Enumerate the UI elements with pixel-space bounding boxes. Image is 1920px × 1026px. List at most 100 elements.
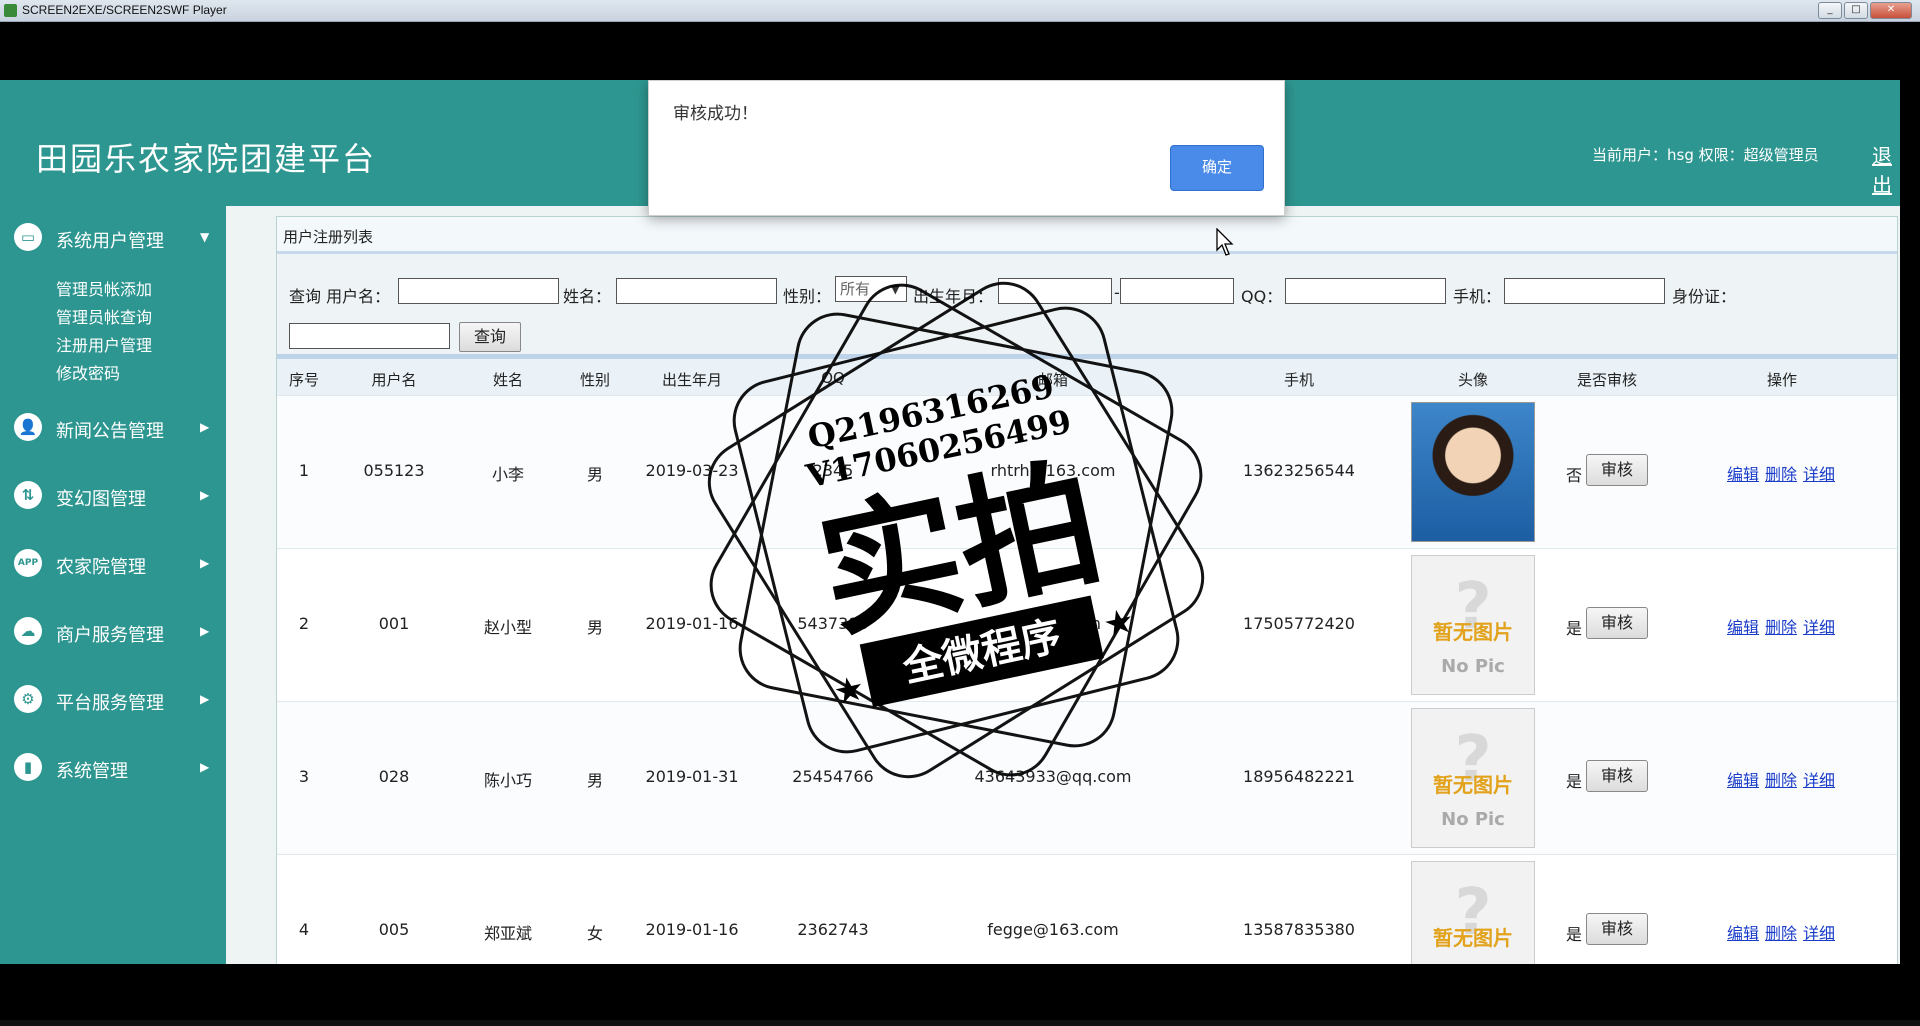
- menu-label: 农家院管理: [56, 557, 146, 578]
- cell-audited: 是: [1566, 925, 1583, 944]
- minimize-button[interactable]: _: [1818, 2, 1842, 19]
- chevron-right-icon: ▶: [200, 420, 210, 434]
- ok-button[interactable]: 确定: [1170, 145, 1264, 191]
- menu-merchant-service[interactable]: ☁ 商户服务管理 ▶: [0, 612, 226, 652]
- birth-start-input[interactable]: [998, 278, 1112, 304]
- detail-link[interactable]: 详细: [1803, 461, 1835, 485]
- edit-link[interactable]: 编辑: [1727, 461, 1759, 485]
- avatar-placeholder: ? 暂无图片 No Pic: [1411, 555, 1535, 695]
- col-gender: 性别: [579, 371, 611, 389]
- delete-link[interactable]: 删除: [1765, 614, 1797, 638]
- menu-platform-service[interactable]: ⚙ 平台服务管理 ▶: [0, 680, 226, 720]
- menu-label: 变幻图管理: [56, 489, 146, 510]
- avatar-placeholder: ? 暂无图片 No Pic: [1411, 861, 1535, 964]
- col-no: 序号: [288, 371, 320, 389]
- cell-phone: 18956482221: [1243, 767, 1355, 786]
- chevron-right-icon: ▶: [200, 556, 210, 570]
- detail-link[interactable]: 详细: [1803, 614, 1835, 638]
- audit-button[interactable]: 审核: [1586, 760, 1648, 792]
- maximize-button[interactable]: □: [1844, 2, 1868, 19]
- cell-username: 001: [378, 614, 410, 633]
- birth-end-input[interactable]: [1120, 278, 1234, 304]
- sidebar: ▭ 系统用户管理 ▼ 管理员帐添加 管理员帐查询 注册用户管理 修改密码 👤 新…: [0, 206, 226, 964]
- menu-carousel[interactable]: ⇅ 变幻图管理 ▶: [0, 476, 226, 516]
- table-header: 序号 用户名 姓名 性别 出生年月 QQ 邮箱 手机 头像 是否审核 操作: [277, 359, 1897, 395]
- no-pic-en: No Pic: [1441, 656, 1505, 677]
- main-panel: 用户注册列表 查询 用户名： 姓名： 性别： 所有 ▼ 出生年月： - QQ： …: [276, 216, 1898, 964]
- cell-email: rhtrh@163.com: [990, 461, 1116, 480]
- chevron-down-icon: ▼: [200, 230, 210, 244]
- idcard-input[interactable]: [289, 323, 450, 349]
- gender-select[interactable]: 所有 ▼: [835, 276, 907, 302]
- delete-link[interactable]: 删除: [1765, 461, 1797, 485]
- avatar-placeholder: ? 暂无图片 No Pic: [1411, 708, 1535, 848]
- submenu-change-password[interactable]: 修改密码: [56, 360, 120, 384]
- gear-icon: ⚙: [14, 685, 42, 713]
- chevron-right-icon: ▶: [200, 692, 210, 706]
- chevron-down-icon: ▼: [890, 282, 900, 296]
- no-pic-cn: 暂无图片: [1433, 620, 1513, 644]
- detail-link[interactable]: 详细: [1803, 767, 1835, 791]
- table-body: 1 055123 小李 男 2019-03-23 2345 rhtrh@163.…: [277, 395, 1897, 964]
- col-name: 姓名: [492, 371, 524, 389]
- phone-input[interactable]: [1504, 278, 1665, 304]
- table-row: 2 001 赵小型 男 2019-01-16 5437393 34@qq.com…: [277, 548, 1897, 701]
- edit-link[interactable]: 编辑: [1727, 767, 1759, 791]
- cell-username: 028: [378, 767, 410, 786]
- audit-button[interactable]: 审核: [1586, 913, 1648, 945]
- avatar-photo: [1411, 402, 1535, 542]
- table-row: 4 005 郑亚斌 女 2019-01-16 2362743 fegge@163…: [277, 854, 1897, 964]
- delete-link[interactable]: 删除: [1765, 767, 1797, 791]
- cell-qq: 2362743: [797, 920, 869, 939]
- menu-system[interactable]: ▮ 系统管理 ▶: [0, 748, 226, 788]
- submenu-admin-query[interactable]: 管理员帐查询: [56, 304, 152, 328]
- gender-label: 性别：: [783, 287, 832, 306]
- menu-farmhouse[interactable]: APP 农家院管理 ▶: [0, 544, 226, 584]
- logout-link[interactable]: 退出: [1872, 140, 1900, 198]
- edit-link[interactable]: 编辑: [1727, 920, 1759, 944]
- bottom-edge: [0, 1020, 1920, 1026]
- table-row: 1 055123 小李 男 2019-03-23 2345 rhtrh@163.…: [277, 395, 1897, 548]
- cell-no: 4: [298, 920, 310, 939]
- mouse-cursor-icon: [1216, 228, 1234, 256]
- phone-label: 手机：: [1453, 287, 1502, 306]
- panel-header: 用户注册列表: [277, 217, 1897, 254]
- table-row: 3 028 陈小巧 男 2019-01-31 25454766 43643933…: [277, 701, 1897, 854]
- col-phone: 手机: [1283, 371, 1315, 389]
- audit-button[interactable]: 审核: [1586, 607, 1648, 639]
- delete-link[interactable]: 删除: [1765, 920, 1797, 944]
- cell-name: 陈小巧: [483, 771, 533, 790]
- col-email: 邮箱: [1037, 371, 1069, 389]
- current-user-info: 当前用户：hsg 权限：超级管理员: [1592, 146, 1819, 164]
- menu-system-user[interactable]: ▭ 系统用户管理 ▼: [0, 218, 226, 258]
- panel-title: 用户注册列表: [283, 228, 374, 246]
- idcard-label: 身份证：: [1672, 287, 1737, 306]
- name-input[interactable]: [616, 278, 777, 304]
- no-pic-en: No Pic: [1441, 809, 1505, 830]
- username-input[interactable]: [398, 278, 559, 304]
- transform-icon: ⇅: [14, 481, 42, 509]
- cell-gender: 男: [586, 771, 604, 790]
- cell-birth: 2019-01-31: [645, 767, 739, 786]
- cell-birth: 2019-01-16: [645, 920, 739, 939]
- menu-label: 新闻公告管理: [56, 421, 164, 442]
- cell-qq: 5437393: [797, 614, 869, 633]
- submenu-admin-add[interactable]: 管理员帐添加: [56, 276, 152, 300]
- qq-input[interactable]: [1285, 278, 1446, 304]
- edit-link[interactable]: 编辑: [1727, 614, 1759, 638]
- audit-button[interactable]: 审核: [1586, 454, 1648, 486]
- site-logo: 田园乐农家院团建平台: [36, 140, 377, 178]
- search-button[interactable]: 查询: [459, 322, 521, 352]
- cell-phone: 13587835380: [1243, 920, 1355, 939]
- submenu-registered-users[interactable]: 注册用户管理: [56, 332, 152, 356]
- cell-gender: 男: [586, 618, 604, 637]
- bar-chart-icon: ▮: [14, 753, 42, 781]
- close-window-button[interactable]: ✕: [1870, 2, 1912, 19]
- detail-link[interactable]: 详细: [1803, 920, 1835, 944]
- cell-no: 2: [298, 614, 310, 633]
- menu-news[interactable]: 👤 新闻公告管理 ▶: [0, 408, 226, 448]
- col-qq: QQ: [821, 369, 845, 387]
- cell-name: 郑亚斌: [483, 924, 533, 943]
- window-titlebar: SCREEN2EXE/SCREEN2SWF Player _ □ ✕: [0, 0, 1920, 22]
- cell-gender: 女: [586, 924, 604, 943]
